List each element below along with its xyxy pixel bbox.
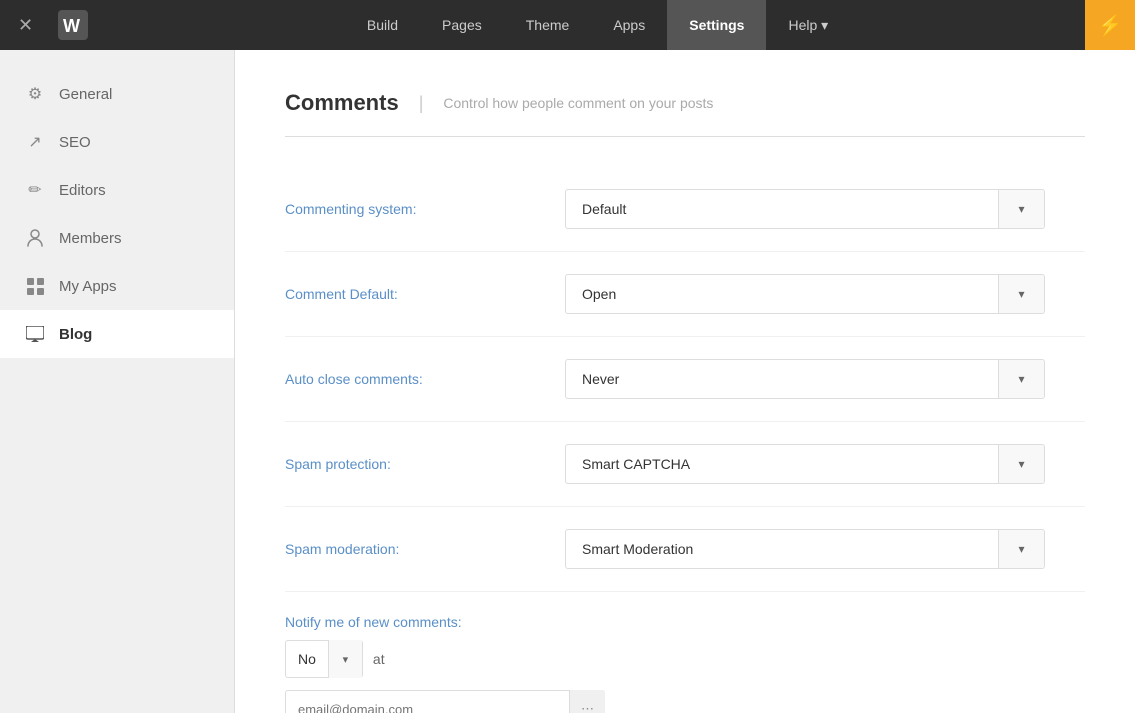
edit-icon: ✏ (25, 180, 45, 200)
apps-icon (25, 276, 45, 296)
sidebar-item-blog[interactable]: Blog (0, 310, 234, 358)
sidebar-label-general: General (59, 86, 112, 103)
page-subtitle: Control how people comment on your posts (443, 95, 713, 111)
at-text: at (373, 651, 385, 667)
form-row-spam-protection: Spam protection: Smart CAPTCHA ▾ (285, 422, 1085, 507)
logo: W (56, 8, 90, 42)
notify-inline-controls: No ▾ at (285, 640, 1085, 678)
nav-links: Build Pages Theme Apps Settings Help ▾ (110, 0, 1085, 50)
nav-build[interactable]: Build (345, 0, 420, 50)
form-row-commenting-system: Commenting system: Default ▾ (285, 167, 1085, 252)
chevron-down-icon: ▾ (998, 444, 1044, 484)
main-layout: ⚙ General ↗ SEO ✏ Editors Members (0, 50, 1135, 713)
dropdown-value-auto-close: Never (566, 371, 998, 387)
upgrade-button[interactable]: ⚡ (1085, 0, 1135, 50)
trending-icon: ↗ (25, 132, 45, 152)
control-spam-moderation: Smart Moderation ▾ (565, 529, 1045, 569)
svg-text:W: W (63, 16, 80, 36)
sidebar-item-myapps[interactable]: My Apps (0, 262, 234, 310)
nav-apps[interactable]: Apps (591, 0, 667, 50)
sidebar-item-general[interactable]: ⚙ General (0, 70, 234, 118)
chevron-down-icon: ▾ (328, 640, 362, 678)
nav-help[interactable]: Help ▾ (766, 0, 850, 50)
label-comment-default: Comment Default: (285, 286, 565, 302)
dropdown-notify-frequency[interactable]: No ▾ (285, 640, 363, 678)
nav-theme[interactable]: Theme (504, 0, 592, 50)
control-spam-protection: Smart CAPTCHA ▾ (565, 444, 1045, 484)
chevron-down-icon: ▾ (998, 189, 1044, 229)
gear-icon: ⚙ (25, 84, 45, 104)
nav-settings[interactable]: Settings (667, 0, 766, 50)
form-row-spam-moderation: Spam moderation: Smart Moderation ▾ (285, 507, 1085, 592)
dropdown-commenting-system[interactable]: Default ▾ (565, 189, 1045, 229)
chevron-down-icon: ▾ (998, 359, 1044, 399)
dropdown-value-comment-default: Open (566, 286, 998, 302)
sidebar-item-editors[interactable]: ✏ Editors (0, 166, 234, 214)
form-row-auto-close: Auto close comments: Never ▾ (285, 337, 1085, 422)
chevron-down-icon: ▾ (998, 529, 1044, 569)
sidebar-label-blog: Blog (59, 326, 92, 343)
header-divider: | (419, 93, 424, 114)
top-navigation: ✕ W Build Pages Theme Apps Settings Help… (0, 0, 1135, 50)
label-spam-moderation: Spam moderation: (285, 541, 565, 557)
sidebar-label-myapps: My Apps (59, 278, 117, 295)
email-input-wrapper: ⋯ (285, 690, 605, 713)
sidebar-label-members: Members (59, 230, 122, 247)
form-row-notify: Notify me of new comments: No ▾ at ⋯ (285, 592, 1085, 713)
label-spam-protection: Spam protection: (285, 456, 565, 472)
dropdown-spam-moderation[interactable]: Smart Moderation ▾ (565, 529, 1045, 569)
sidebar: ⚙ General ↗ SEO ✏ Editors Members (0, 50, 235, 713)
dropdown-spam-protection[interactable]: Smart CAPTCHA ▾ (565, 444, 1045, 484)
label-auto-close: Auto close comments: (285, 371, 565, 387)
sidebar-item-members[interactable]: Members (0, 214, 234, 262)
dropdown-value-spam-protection: Smart CAPTCHA (566, 456, 998, 472)
control-commenting-system: Default ▾ (565, 189, 1045, 229)
close-button[interactable]: ✕ (10, 10, 41, 41)
blog-icon (25, 324, 45, 344)
notify-dropdown-value: No (286, 651, 328, 667)
nav-pages[interactable]: Pages (420, 0, 504, 50)
email-field[interactable] (285, 690, 605, 713)
dropdown-auto-close[interactable]: Never ▾ (565, 359, 1045, 399)
control-auto-close: Never ▾ (565, 359, 1045, 399)
label-commenting-system: Commenting system: (285, 201, 565, 217)
person-icon (25, 228, 45, 248)
label-notify: Notify me of new comments: (285, 614, 1085, 630)
page-header: Comments | Control how people comment on… (285, 90, 1085, 137)
dropdown-value-spam-moderation: Smart Moderation (566, 541, 998, 557)
chevron-down-icon: ▾ (998, 274, 1044, 314)
dropdown-comment-default[interactable]: Open ▾ (565, 274, 1045, 314)
sidebar-item-seo[interactable]: ↗ SEO (0, 118, 234, 166)
page-title: Comments (285, 90, 399, 116)
form-row-comment-default: Comment Default: Open ▾ (285, 252, 1085, 337)
main-content: Comments | Control how people comment on… (235, 50, 1135, 713)
control-comment-default: Open ▾ (565, 274, 1045, 314)
sidebar-label-editors: Editors (59, 182, 106, 199)
email-contacts-icon[interactable]: ⋯ (569, 690, 605, 713)
dropdown-value-commenting-system: Default (566, 201, 998, 217)
sidebar-label-seo: SEO (59, 134, 91, 151)
